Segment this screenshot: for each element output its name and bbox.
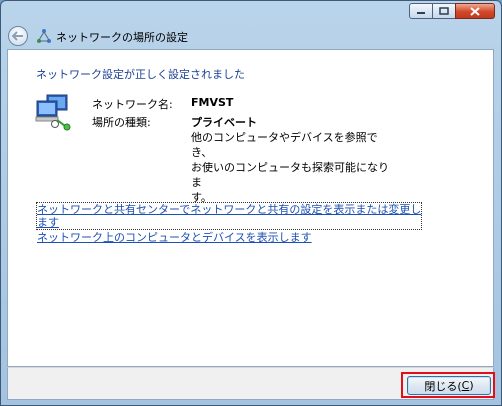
- button-bar: 閉じる(C): [7, 367, 495, 400]
- minimize-icon: [417, 12, 425, 14]
- back-arrow-icon: [12, 31, 23, 41]
- description-line: 他のコンピュータやデバイスを参照でき、: [191, 131, 378, 159]
- location-type-value: プライベート: [191, 116, 257, 129]
- close-button-mnemonic: C: [461, 379, 470, 392]
- sharing-center-link-line[interactable]: ネットワークと共有センターでネットワークと共有の設定を表示または変更し: [37, 203, 421, 216]
- network-location-icon: [37, 29, 51, 43]
- network-computers-icon: [35, 94, 71, 131]
- location-description: 他のコンピュータやデバイスを参照でき、 お使いのコンピュータも探索可能になりま …: [191, 130, 391, 205]
- back-button[interactable]: [8, 26, 28, 46]
- close-button[interactable]: 閉じる(C): [407, 376, 491, 395]
- minimize-button[interactable]: [409, 3, 433, 19]
- content-panel: ネットワーク設定が正しく設定されました ネットワーク名: FMVST 場所の種類…: [7, 49, 494, 367]
- sharing-center-link-line[interactable]: ます: [37, 216, 421, 229]
- description-line: お使いのコンピュータも探索可能になりま: [191, 161, 389, 189]
- network-name-value: FMVST: [191, 96, 234, 109]
- status-heading: ネットワーク設定が正しく設定されました: [36, 68, 245, 81]
- window-title: ネットワークの場所の設定: [56, 31, 188, 44]
- close-button-suffix: ): [469, 379, 474, 392]
- maximize-icon: [439, 7, 449, 15]
- window-controls: [409, 3, 495, 19]
- close-icon: [470, 6, 480, 16]
- view-devices-link[interactable]: ネットワーク上のコンピュータとデバイスを表示します: [37, 231, 312, 244]
- maximize-button[interactable]: [432, 3, 456, 19]
- title-bar: ネットワークの場所の設定: [1, 1, 501, 49]
- network-name-label: ネットワーク名:: [92, 98, 173, 111]
- dialog-window: ネットワークの場所の設定 ネットワーク設定が正しく設定されました ネットワーク名…: [0, 0, 502, 406]
- close-window-button[interactable]: [455, 3, 495, 19]
- close-button-label: 閉じる(: [424, 379, 462, 393]
- sharing-center-link[interactable]: ネットワークと共有センターでネットワークと共有の設定を表示または変更し ます: [35, 202, 423, 230]
- location-type-label: 場所の種類:: [92, 116, 151, 129]
